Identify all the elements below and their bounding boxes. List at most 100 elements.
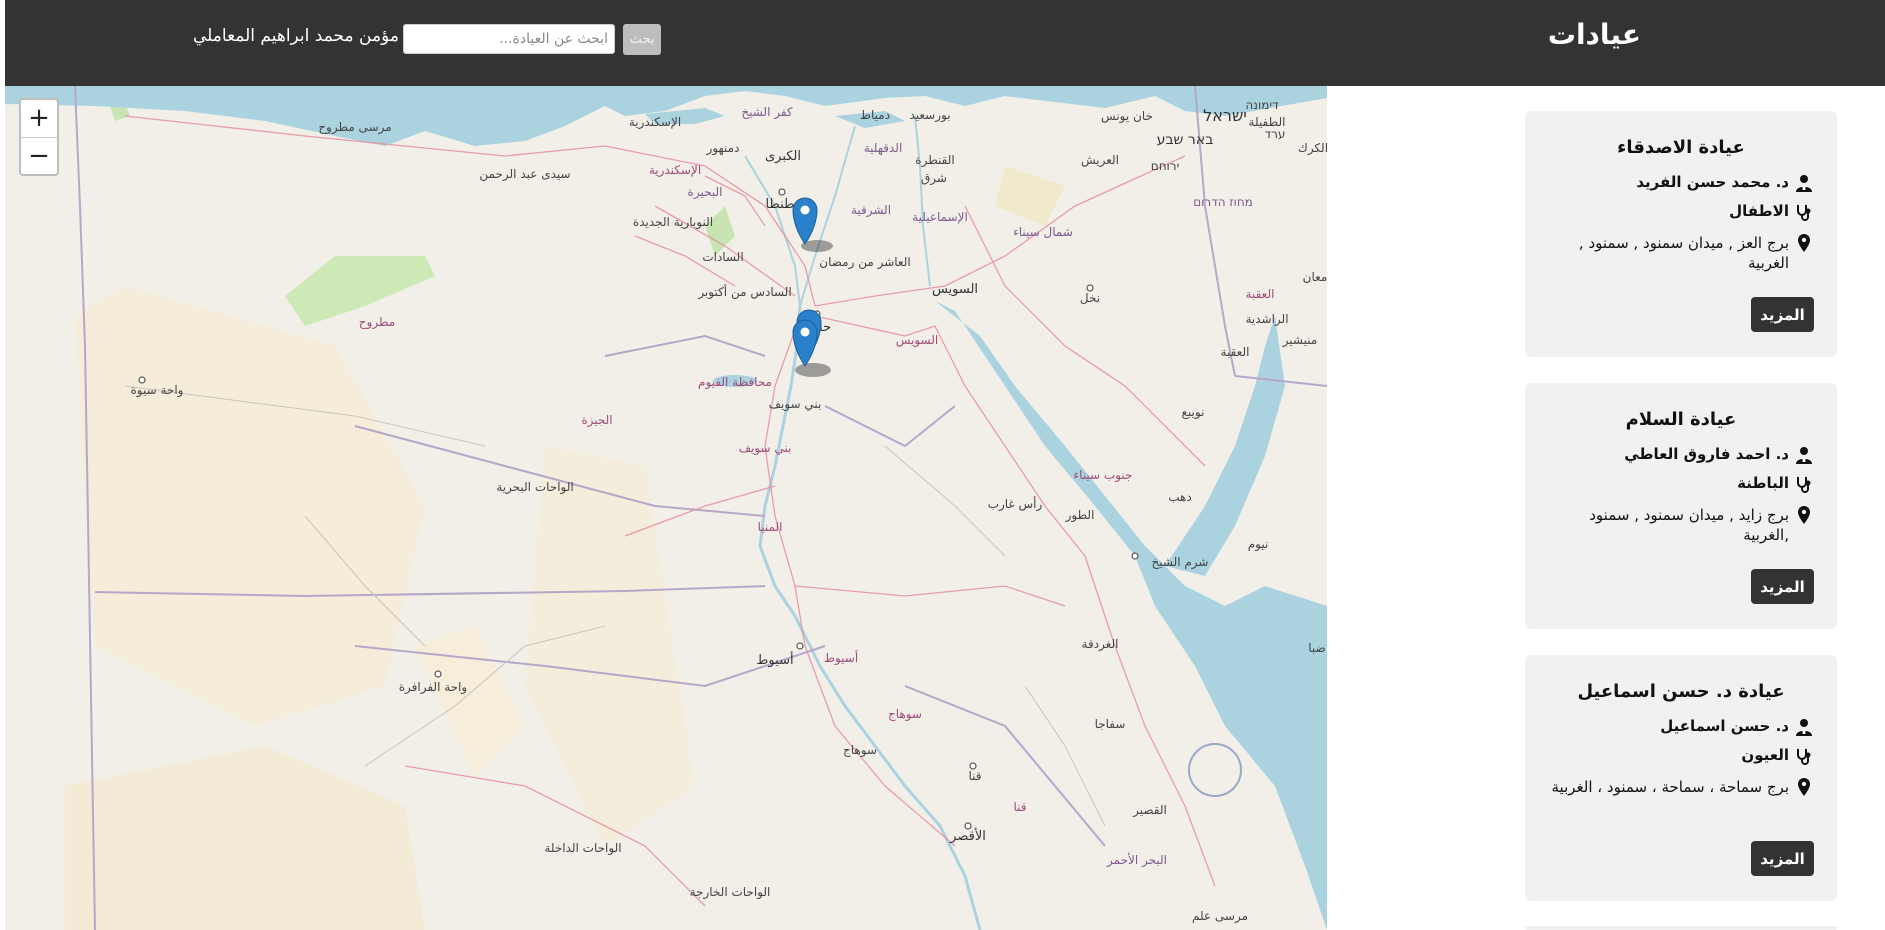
clinic-address-row: برج زايد , ميدان سمنود , سمنود ,الغربية	[1549, 505, 1813, 545]
map-view[interactable]: الإسكندرية الإسكندرية مرسى مطروح سيدى عب…	[5, 86, 1327, 930]
map-label: الواحات البحرية	[496, 480, 573, 495]
clinic-specialty-row: الباطنة	[1549, 474, 1813, 493]
map-label: العريش	[1081, 153, 1119, 168]
map-label: السادات	[702, 250, 743, 264]
clinic-card: عيادة الاصدقاء د. محمد حسن الفريد الاطفا…	[1525, 111, 1837, 357]
clinic-address-row: برج سماحة ، سماحة ، سمنود ، الغربية	[1549, 777, 1813, 797]
more-button[interactable]: المزيد	[1751, 841, 1814, 876]
clinic-doctor: د. احمد فاروق العاطي	[1624, 445, 1789, 463]
map-label: الجيزة	[581, 413, 612, 428]
map-label: القصير	[1132, 803, 1167, 818]
clinic-doctor-row: د. احمد فاروق العاطي	[1549, 445, 1813, 464]
more-button[interactable]: المزيد	[1751, 297, 1814, 332]
map-label: محافظة الفيوم	[698, 375, 772, 390]
clinic-address-row: برج العز , ميدان سمنود , سمنود , الغربية	[1549, 233, 1813, 273]
map-label: ערד	[1265, 127, 1286, 141]
map-label: منيشير	[1282, 333, 1318, 348]
map-label: طنطا	[766, 197, 795, 212]
map-label: دمياط	[860, 108, 890, 122]
map-label: الكرك	[1298, 141, 1327, 156]
zoom-control: + −	[19, 98, 59, 176]
map-label: مرسى مطروح	[318, 120, 391, 135]
map-label: דימונה	[1245, 98, 1279, 112]
map-label: بني سويف	[769, 397, 822, 412]
clinic-specialty: العيون	[1741, 746, 1789, 764]
site-title[interactable]: عيادات	[1548, 18, 1641, 51]
map-label: شرق	[921, 171, 947, 186]
doctor-icon	[1796, 175, 1812, 192]
map-label: أسيوط	[824, 650, 858, 666]
map-label: الواحات الداخلة	[544, 841, 621, 856]
clinic-card: عيادة د. حسن اسماعيل د. حسن اسماعيل العي…	[1525, 655, 1837, 901]
clinic-specialty-row: الاطفال	[1549, 202, 1813, 221]
map-label: מחוז הדרום	[1193, 195, 1253, 209]
map-label: النوبارية الجديدة	[633, 215, 713, 230]
map-label: الإسكندرية	[649, 163, 701, 178]
map-label: قنا	[968, 769, 981, 783]
location-pin-icon	[1798, 234, 1810, 252]
map-label: الكبرى	[765, 149, 801, 164]
map-label: قنا	[1013, 800, 1026, 814]
search-input[interactable]	[403, 24, 615, 54]
map-label: المنيا	[758, 520, 783, 534]
clinic-doctor-row: د. محمد حسن الفريد	[1549, 173, 1813, 192]
map-label: ירוחם	[1151, 159, 1180, 173]
map-label: سوهاج	[843, 743, 877, 758]
clinic-name: عيادة السلام	[1625, 409, 1737, 430]
top-navbar: عيادات مؤمن محمد ابراهيم المعاملي بحث	[5, 0, 1885, 86]
map-label: دهب	[1168, 490, 1191, 504]
map-label: البحر الأحمر	[1106, 852, 1167, 868]
map-label: نخل	[1080, 291, 1100, 305]
map-label: نويبع	[1182, 405, 1205, 420]
map-label: العاشر من رمضان	[819, 255, 910, 270]
map-label: البحيرة	[688, 185, 723, 200]
map-label: مرسى علم	[1192, 909, 1248, 924]
page: عيادات مؤمن محمد ابراهيم المعاملي بحث	[0, 0, 1885, 930]
map-label: نيوم	[1248, 537, 1269, 552]
map-label: بورسعيد	[909, 108, 950, 123]
search-button[interactable]: بحث	[623, 24, 661, 55]
map-label: السادس من أكتوبر	[697, 284, 791, 300]
zoom-out-button[interactable]: −	[21, 138, 57, 174]
map-label: الغردقة	[1082, 637, 1119, 652]
stethoscope-icon	[1797, 749, 1811, 765]
map-label: سوهاج	[888, 707, 922, 722]
map-label: سفاجا	[1095, 717, 1126, 731]
map-label: العقبة	[1246, 287, 1275, 301]
map-label: دمنهور	[706, 141, 740, 156]
clinic-name: عيادة الاصدقاء	[1617, 137, 1745, 158]
map-label: بني سويف	[739, 441, 792, 456]
map-label: أسيوط	[756, 651, 793, 668]
clinic-card: عيادة السلام د. احمد فاروق العاطي الباطن…	[1525, 383, 1837, 629]
map-tiles: الإسكندرية الإسكندرية مرسى مطروح سيدى عب…	[5, 86, 1327, 930]
map-label: واحة سيوة	[131, 383, 184, 398]
clinic-doctor: د. محمد حسن الفريد	[1636, 173, 1789, 191]
doctor-icon	[1796, 447, 1812, 464]
map-label: جنوب سيناء	[1074, 468, 1133, 483]
map-label: شرم الشيخ	[1152, 555, 1209, 570]
clinic-doctor: د. حسن اسماعيل	[1660, 717, 1789, 735]
map-label: خان يونس	[1101, 109, 1153, 124]
map-label: مطروح	[359, 315, 395, 330]
clinic-address: برج زايد , ميدان سمنود , سمنود ,الغربية	[1589, 506, 1789, 544]
map-label: السويس	[932, 282, 978, 297]
map-label: العقبة	[1221, 345, 1250, 359]
more-button[interactable]: المزيد	[1751, 569, 1814, 604]
user-name[interactable]: مؤمن محمد ابراهيم المعاملي	[193, 26, 399, 46]
zoom-in-button[interactable]: +	[21, 100, 57, 138]
clinic-address: برج سماحة ، سماحة ، سمنود ، الغربية	[1551, 778, 1789, 796]
clinic-specialty: الباطنة	[1737, 474, 1789, 492]
map-label: واحة الفرافرة	[399, 680, 467, 695]
clinic-specialty: الاطفال	[1729, 202, 1789, 220]
stethoscope-icon	[1797, 205, 1811, 221]
clinic-address: برج العز , ميدان سمنود , سمنود , الغربية	[1578, 234, 1789, 272]
map-label: السويس	[896, 333, 939, 348]
map-label: الإسكندرية	[629, 115, 681, 130]
map-label: الإسماعيلية	[912, 210, 968, 224]
map-label: القنطرة	[915, 153, 954, 168]
clinic-specialty-row: العيون	[1549, 746, 1813, 765]
map-label: الواحات الخارجة	[690, 885, 771, 900]
clinic-card-partial	[1525, 926, 1837, 930]
map-label: באר שבע	[1157, 132, 1214, 148]
map-label: الشرقية	[851, 203, 891, 218]
